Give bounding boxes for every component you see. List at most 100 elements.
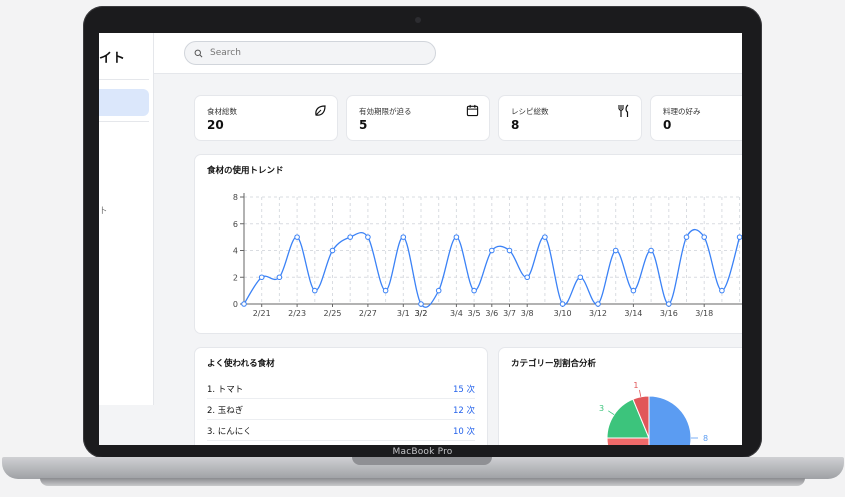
data-point	[648, 247, 654, 254]
data-point	[258, 274, 265, 281]
laptop-base-bottom	[40, 478, 805, 486]
x-tick-label: 2/23	[288, 309, 306, 318]
x-tick-label: 3/7	[503, 309, 516, 318]
data-point	[294, 234, 300, 240]
data-point	[382, 287, 389, 294]
data-point	[595, 301, 601, 307]
stat-card-ingredients[interactable]: 食材総数 20	[194, 95, 338, 141]
card-title: よく使われる食材	[207, 359, 275, 369]
stat-card-expiring[interactable]: 有効期限が迫る 5	[346, 95, 490, 141]
list-item[interactable]: 2. 玉ねぎ 12 次	[207, 399, 475, 420]
data-point	[612, 247, 619, 254]
ingredient-count: 12 次	[452, 406, 475, 416]
data-point	[418, 301, 424, 307]
y-tick-label: 6	[233, 220, 238, 229]
data-point	[683, 234, 690, 240]
y-tick-label: 2	[233, 273, 238, 282]
x-tick-label: 3/4	[450, 309, 463, 318]
sidebar-item-label: 卜	[99, 206, 107, 215]
stat-value: 8	[511, 118, 520, 132]
category-share-card: カテゴリー別割合分析 8431	[498, 347, 742, 445]
sidebar-title: イト	[99, 51, 126, 66]
data-point	[276, 274, 283, 281]
usage-trend-chart: 0 2 4 6 8 2/21 2/23 2/25 2/27 3/1 3/2 3/4 3/5 3/6 3/7 3…	[233, 193, 742, 318]
x-tick-label: 2/25	[324, 309, 342, 318]
data-point	[542, 234, 548, 240]
laptop-notch	[352, 457, 492, 465]
data-point	[630, 287, 637, 294]
search-input[interactable]	[208, 47, 412, 59]
data-point	[524, 274, 531, 281]
utensils-icon	[618, 104, 629, 117]
x-tick-label: 3/1	[397, 309, 410, 318]
stat-label: 料理の好み	[663, 107, 701, 116]
pie-slice	[648, 395, 692, 445]
calendar-icon	[466, 104, 479, 117]
leaf-icon	[315, 105, 326, 116]
pie-label: 1	[633, 381, 638, 390]
x-tick-label: 3/6	[485, 309, 498, 318]
x-tick-label: 2/27	[359, 309, 377, 318]
ingredient-count: 15 次	[452, 385, 475, 395]
y-tick-label: 4	[233, 247, 238, 256]
data-point	[435, 287, 442, 294]
sidebar-item-active[interactable]	[99, 89, 149, 116]
data-point	[559, 301, 566, 307]
pie-leader-line	[639, 389, 642, 397]
data-point	[577, 274, 584, 281]
data-point	[453, 234, 460, 240]
data-point	[471, 287, 477, 294]
x-tick-label: 3/8	[521, 309, 534, 318]
data-point	[312, 287, 318, 294]
data-point	[347, 234, 353, 240]
stat-value: 5	[359, 118, 368, 132]
stat-label: 食材総数	[207, 107, 237, 116]
x-tick-label: 3/10	[554, 309, 572, 318]
data-point	[329, 247, 336, 254]
ingredient-name: 3. にんにく	[207, 427, 252, 437]
top-bar	[154, 33, 742, 74]
stat-label: レシピ総数	[511, 107, 549, 116]
pie-label: 3	[599, 404, 604, 413]
sidebar-divider	[99, 121, 149, 122]
search-icon	[194, 49, 203, 57]
device-brand: MacBook Pro	[392, 447, 453, 457]
x-tick-label: 2/21	[253, 309, 271, 318]
x-tick-label: 3/5	[468, 309, 481, 318]
x-tick-label: 3/16	[660, 309, 678, 318]
x-tick-label: 3/18	[695, 309, 713, 318]
data-point	[506, 247, 513, 254]
sidebar-divider	[99, 79, 149, 80]
pie-leader-line	[608, 410, 615, 415]
stat-value: 0	[663, 118, 672, 132]
app-screen: イト 卜 食材総数 20 有効期限が迫る 5	[99, 33, 742, 445]
stat-card-preferences[interactable]: 料理の好み 0	[650, 95, 742, 141]
data-point	[719, 287, 725, 294]
stat-label: 有効期限が迫る	[359, 107, 412, 116]
data-point	[241, 301, 247, 307]
stat-card-recipes[interactable]: レシピ総数 8	[498, 95, 642, 141]
frequent-ingredients-card: よく使われる食材 1. トマト 15 次 2. 玉ねぎ 12 次 3. にんにく…	[194, 347, 488, 445]
ingredient-name: 2. 玉ねぎ	[207, 406, 244, 416]
data-point	[701, 234, 708, 240]
y-tick-label: 0	[233, 300, 238, 309]
x-tick-label: 3/14	[624, 309, 642, 318]
pie-label: 8	[703, 434, 708, 443]
data-point	[489, 247, 495, 254]
usage-trend-card: 食材の使用トレンド 0 2 4 6 8 2/21 2/23 2/25 2/27 3/1 3/2 3/4…	[194, 154, 742, 334]
category-pie-chart: 8431	[599, 381, 708, 445]
stat-value: 20	[207, 118, 224, 132]
data-point	[365, 234, 371, 240]
y-tick-label: 8	[233, 193, 238, 202]
sidebar: イト 卜	[99, 33, 154, 405]
x-tick-label: 3/2	[415, 309, 428, 318]
list-item[interactable]: 1. トマト 15 次	[207, 378, 475, 399]
x-tick-label: 3/12	[589, 309, 607, 318]
data-point	[400, 234, 407, 240]
data-point	[666, 301, 672, 307]
ingredient-count: 10 次	[452, 427, 475, 437]
data-point	[736, 234, 742, 240]
ingredient-name: 1. トマト	[207, 385, 244, 395]
list-item[interactable]: 3. にんにく 10 次	[207, 420, 475, 441]
search-box[interactable]	[184, 41, 436, 65]
